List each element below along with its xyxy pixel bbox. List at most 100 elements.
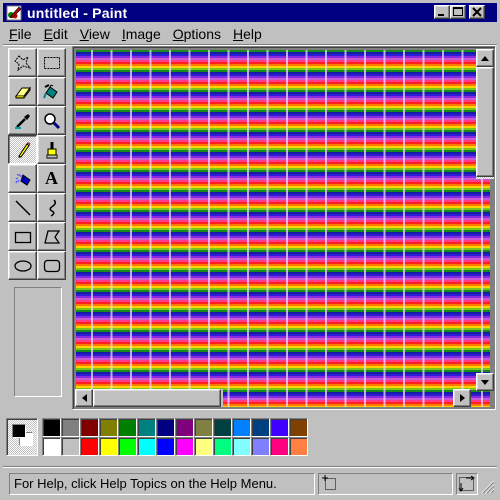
color-swatch[interactable] xyxy=(156,437,175,456)
color-swatch[interactable] xyxy=(289,418,308,437)
scroll-down-button[interactable] xyxy=(476,373,494,391)
color-swatch[interactable] xyxy=(99,418,118,437)
tool-options-box[interactable] xyxy=(14,287,62,397)
tool-rounded-rectangle[interactable] xyxy=(37,251,66,280)
color-swatch[interactable] xyxy=(175,418,194,437)
color-swatch[interactable] xyxy=(156,418,175,437)
color-swatch[interactable] xyxy=(213,437,232,456)
canvas-stripe xyxy=(76,70,490,72)
color-swatch[interactable] xyxy=(251,437,270,456)
color-swatch[interactable] xyxy=(118,418,137,437)
tool-brush[interactable] xyxy=(37,135,66,164)
free-form-select-icon xyxy=(13,54,31,71)
canvas-stripe xyxy=(76,318,490,320)
color-swatch[interactable] xyxy=(99,437,118,456)
canvas-stripe xyxy=(76,214,490,216)
canvas-stripe xyxy=(76,96,490,98)
tool-eraser[interactable] xyxy=(8,77,37,106)
color-swatch[interactable] xyxy=(194,437,213,456)
color-swatch[interactable] xyxy=(232,418,251,437)
canvas-stripe xyxy=(76,110,490,112)
tool-free-form-select[interactable] xyxy=(8,48,37,77)
drawing-canvas[interactable] xyxy=(76,50,490,407)
minimize-button[interactable] xyxy=(434,5,450,19)
horizontal-scrollbar[interactable] xyxy=(75,389,471,407)
tool-line[interactable] xyxy=(8,193,37,222)
tool-pencil[interactable] xyxy=(8,135,37,164)
canvas-stripe xyxy=(76,238,490,240)
title-bar[interactable]: untitled - Paint xyxy=(3,3,497,22)
canvas-stripe xyxy=(76,172,490,174)
canvas-stripe xyxy=(76,272,490,274)
scroll-up-button[interactable] xyxy=(476,49,494,67)
tool-ellipse[interactable] xyxy=(8,251,37,280)
color-swatch[interactable] xyxy=(289,437,308,456)
color-swatch[interactable] xyxy=(80,418,99,437)
canvas-stripe xyxy=(76,180,490,182)
canvas-stripe xyxy=(76,140,490,142)
color-swatch[interactable] xyxy=(270,418,289,437)
canvas-stripe xyxy=(76,372,490,374)
color-swatch[interactable] xyxy=(232,437,251,456)
tool-fill-with-color[interactable] xyxy=(37,77,66,106)
color-swatch[interactable] xyxy=(213,418,232,437)
color-swatch[interactable] xyxy=(251,418,270,437)
canvas-stripe xyxy=(76,68,490,70)
tool-curve[interactable] xyxy=(37,193,66,222)
maximize-button[interactable] xyxy=(450,5,466,19)
canvas-stripe xyxy=(76,348,490,350)
tool-polygon[interactable] xyxy=(37,222,66,251)
canvas-stripe xyxy=(76,76,490,78)
canvas-stripe xyxy=(76,306,490,308)
canvas-stripe xyxy=(76,146,490,148)
canvas-stripe xyxy=(76,78,490,80)
menu-help[interactable]: Help xyxy=(227,24,268,44)
menu-edit[interactable]: Edit xyxy=(38,24,74,44)
tool-rectangle[interactable] xyxy=(8,222,37,251)
menu-view[interactable]: View xyxy=(74,24,116,44)
scroll-right-button[interactable] xyxy=(453,389,471,407)
color-swatch[interactable] xyxy=(42,437,61,456)
canvas-stripe xyxy=(76,152,490,154)
canvas-stripe xyxy=(76,294,490,296)
canvas-stripe xyxy=(76,220,490,222)
color-swatch[interactable] xyxy=(175,437,194,456)
color-swatch[interactable] xyxy=(42,418,61,437)
tool-pick-color[interactable] xyxy=(8,106,37,135)
vertical-scrollbar[interactable] xyxy=(476,49,494,391)
menu-options[interactable]: Options xyxy=(167,24,227,44)
tool-select[interactable] xyxy=(37,48,66,77)
paint-icon[interactable] xyxy=(6,5,22,21)
menu-file[interactable]: File xyxy=(3,24,38,44)
canvas-stripe xyxy=(76,50,490,52)
tool-airbrush[interactable] xyxy=(8,164,37,193)
close-button[interactable] xyxy=(469,5,485,19)
canvas-grid-line xyxy=(344,50,347,407)
menu-image[interactable]: Image xyxy=(116,24,167,44)
color-swatch[interactable] xyxy=(194,418,213,437)
canvas-stripe xyxy=(76,222,490,224)
tool-text[interactable]: A xyxy=(37,164,66,193)
status-separator xyxy=(3,466,497,468)
canvas-stripe xyxy=(76,136,490,138)
color-swatch[interactable] xyxy=(118,437,137,456)
color-swatch[interactable] xyxy=(137,437,156,456)
canvas-stripe xyxy=(76,116,490,118)
arrow-up-icon xyxy=(481,55,489,61)
color-swatch[interactable] xyxy=(137,418,156,437)
color-swatch[interactable] xyxy=(80,437,99,456)
color-swatch[interactable] xyxy=(61,418,80,437)
color-swatch[interactable] xyxy=(61,437,80,456)
scroll-left-button[interactable] xyxy=(75,389,93,407)
resize-grip[interactable] xyxy=(479,478,495,494)
paint-bucket-icon xyxy=(42,83,58,99)
color-swatch[interactable] xyxy=(270,437,289,456)
canvas-grid-line xyxy=(227,50,230,407)
canvas-stripe xyxy=(76,86,490,88)
canvas-stripe xyxy=(76,242,490,244)
current-colors-box[interactable] xyxy=(6,418,38,456)
tool-magnifier[interactable] xyxy=(37,106,66,135)
vertical-scroll-thumb[interactable] xyxy=(476,67,494,177)
horizontal-scroll-thumb[interactable] xyxy=(93,389,221,407)
canvas-stripe xyxy=(76,334,490,336)
